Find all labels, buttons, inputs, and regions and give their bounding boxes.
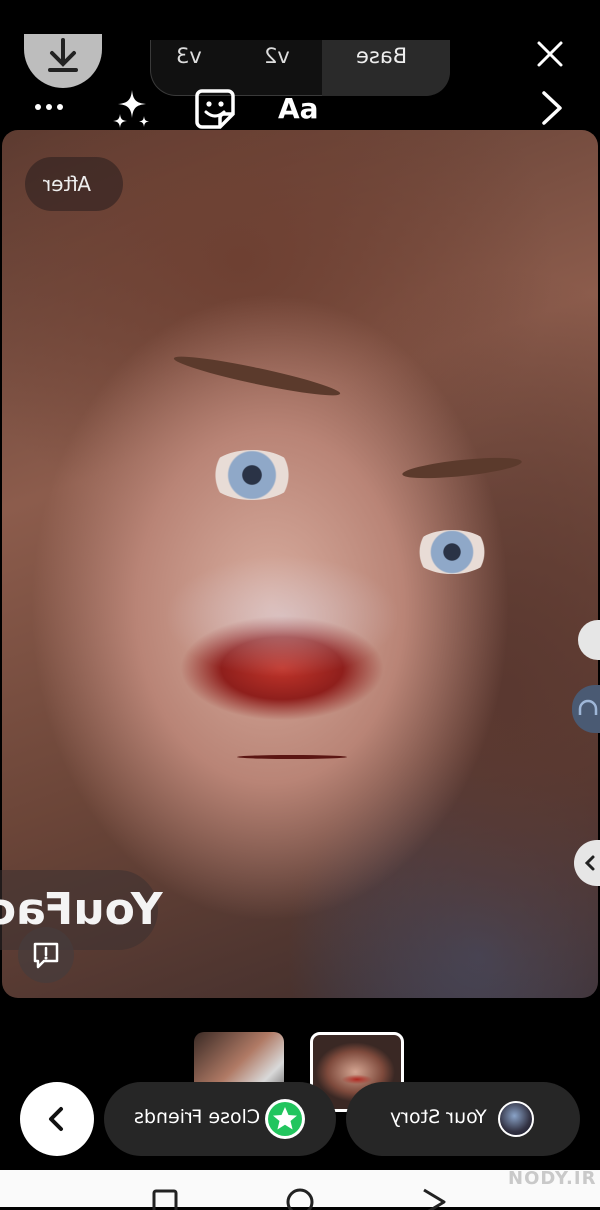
download-button[interactable] (24, 34, 102, 88)
chevron-left-icon (49, 1107, 63, 1131)
avatar (498, 1101, 534, 1137)
side-collapse-button[interactable] (574, 840, 600, 886)
feedback-button[interactable] (18, 927, 74, 983)
chevron-left-small-icon (584, 855, 595, 871)
chevron-right-icon[interactable] (540, 90, 564, 126)
your-story-button[interactable]: Your Story (346, 1082, 580, 1156)
left-eyebrow (172, 350, 342, 402)
your-story-label: Your Story (390, 1106, 487, 1128)
sticker-icon[interactable] (194, 88, 236, 130)
text-tool-button[interactable]: Aa (278, 92, 319, 125)
close-friends-button[interactable]: Close Friends (104, 1082, 336, 1156)
back-triangle-icon[interactable] (420, 1186, 450, 1210)
close-friends-star-icon (265, 1099, 305, 1139)
headphones-icon (578, 699, 598, 715)
close-friends-label: Close Friends (134, 1106, 261, 1128)
back-button[interactable] (20, 1082, 94, 1156)
tab-base[interactable]: Base (322, 40, 450, 96)
feedback-icon (33, 942, 59, 969)
right-eyebrow (401, 453, 523, 483)
tab-v2[interactable]: v2 (264, 44, 290, 68)
after-badge: After (25, 157, 123, 211)
after-badge-label: After (43, 172, 92, 196)
lips (237, 755, 347, 759)
left-eye (207, 450, 297, 500)
right-eye (412, 530, 492, 574)
download-icon (48, 38, 78, 72)
tab-v3[interactable]: v3 (176, 44, 202, 68)
tab-base-label: Base (356, 44, 408, 68)
story-photo[interactable] (2, 130, 598, 998)
effects-sparkle-icon[interactable] (110, 88, 154, 132)
side-audio-button[interactable] (572, 685, 600, 733)
home-icon[interactable] (284, 1186, 316, 1210)
site-logo: NODY.IR (508, 1168, 597, 1189)
close-icon[interactable] (536, 40, 564, 68)
more-options-icon[interactable] (34, 100, 64, 114)
